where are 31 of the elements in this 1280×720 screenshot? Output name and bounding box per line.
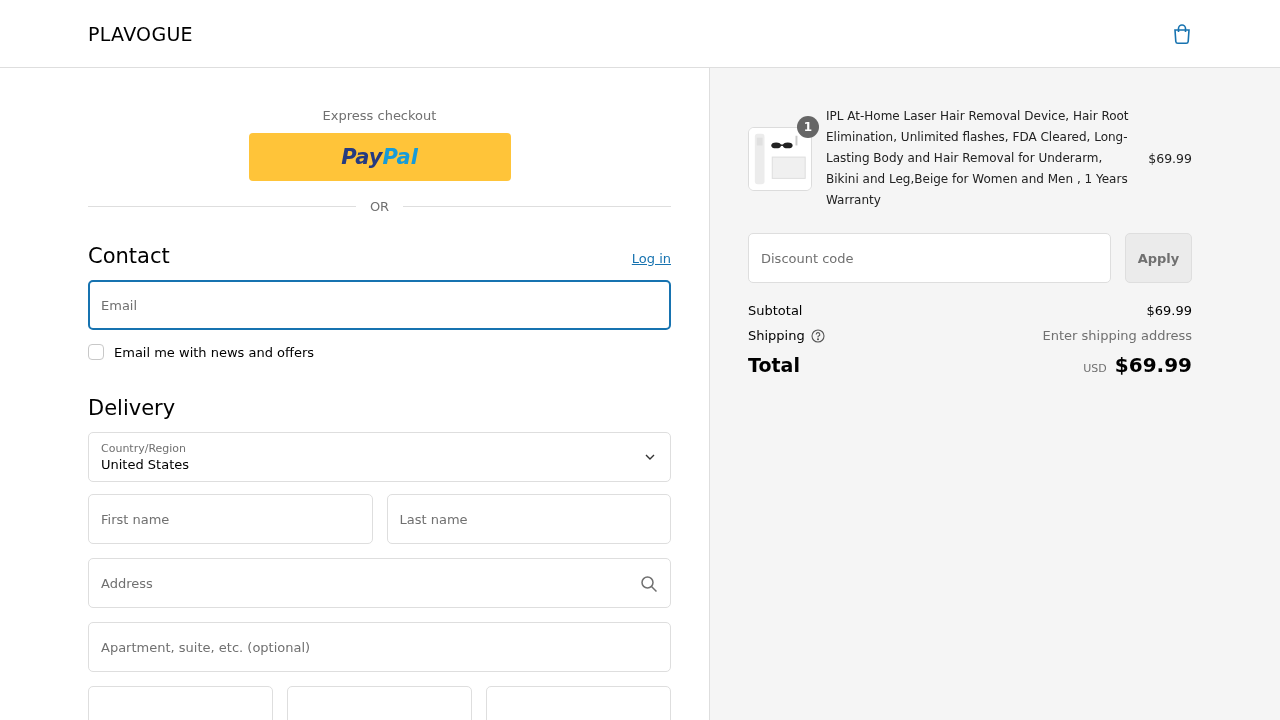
total-value: $69.99	[1114, 353, 1192, 377]
quantity-badge: 1	[797, 115, 819, 138]
input-field[interactable]: Apartment, suite, etc. (optional)	[88, 622, 671, 672]
product-title: IPL At-Home Laser Hair Removal Device, Hair Root Elimination, Unlimited flashes, FDA Cleared, Long-Lasting Body and Hair Removal for Underarm, Bikini and Leg,Beige for Women and Men , 1 Years Warranty	[826, 108, 1130, 209]
contact-heading: Contact	[88, 244, 170, 268]
paypal-button[interactable]: PayPal	[248, 133, 511, 181]
newsletter-checkbox[interactable]	[88, 344, 104, 360]
or-divider-label: OR	[369, 199, 390, 214]
email-field[interactable]: Email	[88, 280, 671, 330]
store-logo[interactable]: PLAVOGUE	[88, 22, 193, 45]
subtotal-value: $69.99	[1146, 303, 1192, 318]
shipping-label: Shipping	[748, 328, 805, 343]
total-label: Total	[748, 354, 800, 376]
search-icon[interactable]	[640, 575, 658, 593]
discount-code-field[interactable]: Discount code	[748, 233, 1111, 283]
newsletter-label: Email me with news and offers	[114, 344, 315, 360]
chevron-down-icon[interactable]	[644, 452, 656, 462]
currency-code: USD	[1083, 362, 1107, 375]
login-link[interactable]: Log in	[631, 251, 671, 266]
subtotal-label: Subtotal	[748, 303, 803, 318]
input-field[interactable]: First name	[88, 494, 373, 544]
express-checkout-label: Express checkout	[321, 108, 438, 123]
product-price: $69.99	[1148, 151, 1192, 166]
delivery-heading: Delivery	[88, 396, 176, 420]
shopping-bag-icon[interactable]	[1172, 22, 1192, 45]
country-select[interactable]: Country/Region United States	[88, 432, 671, 482]
input-field[interactable]: Last name	[386, 494, 671, 544]
apply-button[interactable]: Apply	[1125, 233, 1192, 283]
help-icon[interactable]	[810, 328, 825, 343]
input-field[interactable]: Address	[88, 558, 671, 608]
shipping-value: Enter shipping address	[1042, 328, 1192, 343]
